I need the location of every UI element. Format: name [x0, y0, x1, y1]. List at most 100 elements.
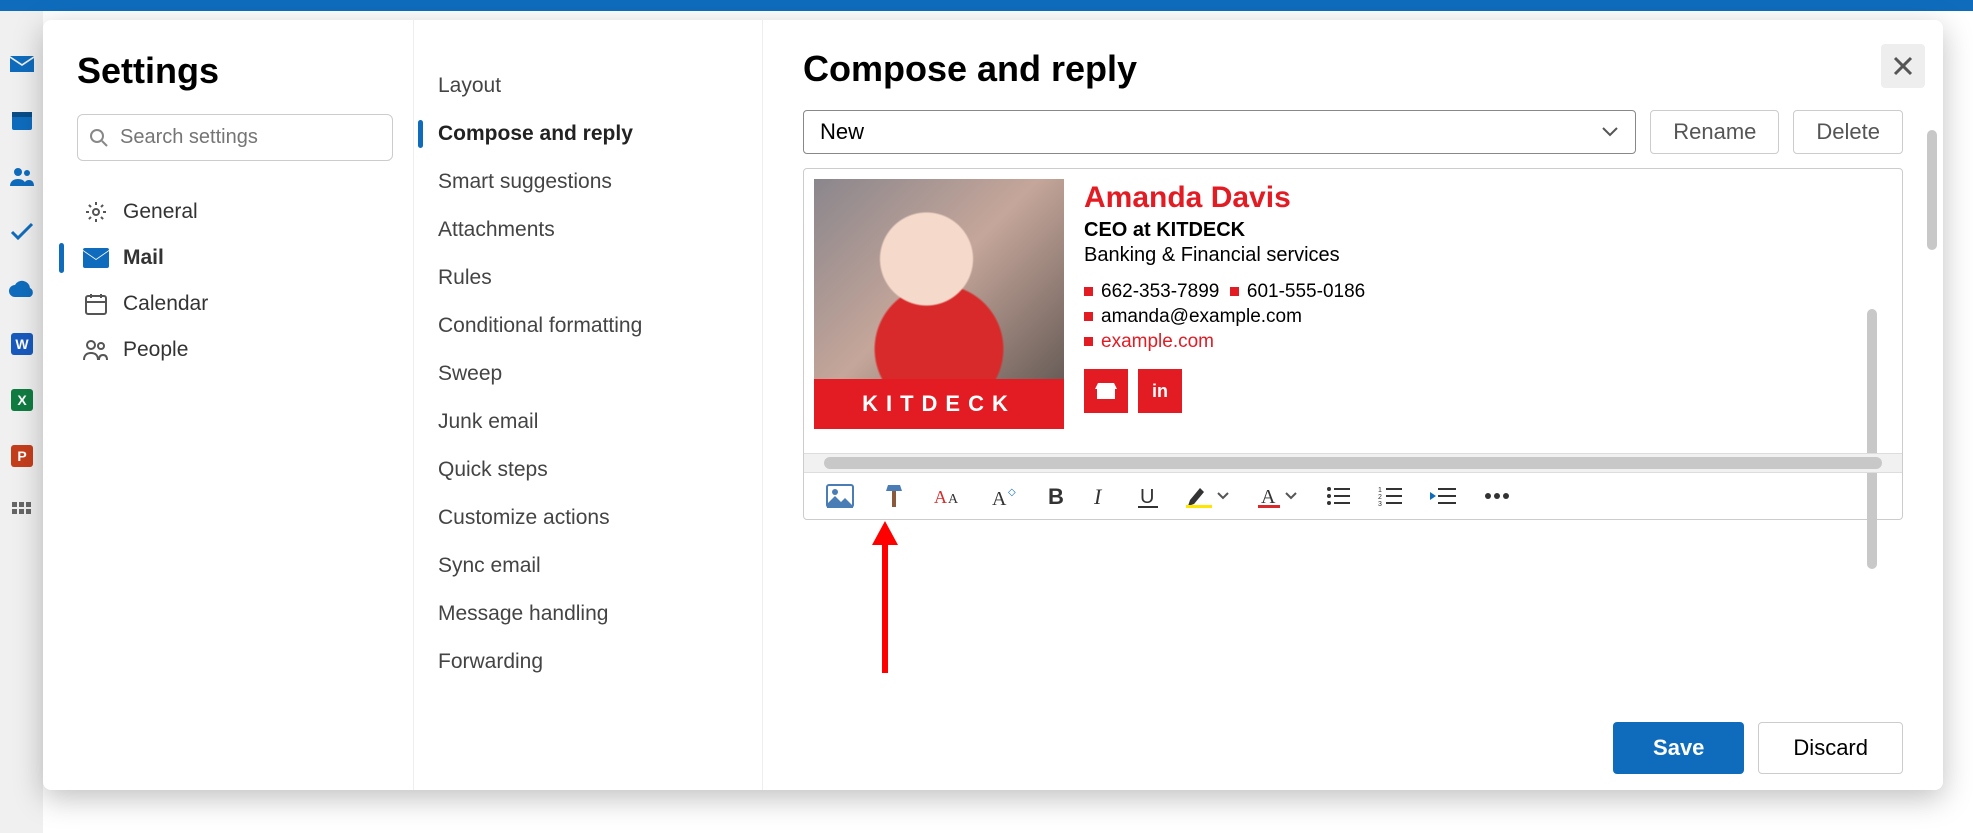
signature-info: Amanda Davis CEO at KITDECK Banking & Fi… — [1084, 179, 1892, 429]
signature-website-line: example.com — [1084, 331, 1892, 353]
font-size-button[interactable]: A◇ — [992, 485, 1018, 507]
more-options-button[interactable] — [1484, 492, 1510, 500]
discard-button[interactable]: Discard — [1758, 722, 1903, 774]
settings-sidebar: Settings General Mail Calendar People — [43, 20, 413, 790]
settings-submenu: Layout Compose and reply Smart suggestio… — [413, 20, 763, 790]
editor-scrollbar[interactable] — [1867, 309, 1877, 569]
svg-text:I: I — [1094, 485, 1103, 507]
svg-text:P: P — [17, 448, 26, 464]
signature-photo-block: KITDECK — [814, 179, 1064, 429]
close-icon — [1892, 55, 1914, 77]
signature-phone-line: 662-353-7899 601-555-0186 — [1084, 281, 1892, 303]
sub-layout[interactable]: Layout — [418, 62, 758, 110]
signature-job-title: CEO at KITDECK — [1084, 219, 1892, 242]
app-top-bar — [0, 0, 1973, 11]
editor-toolbar: AA A◇ B I U A 123 — [804, 472, 1902, 519]
category-people[interactable]: People — [77, 327, 393, 373]
save-button[interactable]: Save — [1613, 722, 1744, 774]
word-app-icon[interactable]: W — [9, 331, 35, 357]
bold-button[interactable]: B — [1046, 485, 1066, 507]
format-painter-button[interactable] — [882, 483, 906, 509]
app-rail: W X P — [0, 11, 43, 833]
settings-search[interactable] — [77, 114, 393, 161]
category-mail[interactable]: Mail — [77, 235, 393, 281]
signature-email-line: amanda@example.com — [1084, 306, 1892, 328]
highlight-button[interactable] — [1186, 484, 1230, 508]
svg-text:A: A — [992, 488, 1007, 507]
signature-editor[interactable]: KITDECK Amanda Davis CEO at KITDECK Bank… — [803, 168, 1903, 520]
more-apps-icon[interactable] — [9, 499, 35, 525]
svg-text:2: 2 — [1378, 494, 1382, 501]
editor-horizontal-scrollbar[interactable] — [804, 453, 1902, 472]
people-icon — [83, 337, 109, 363]
signature-select-value: New — [820, 119, 864, 145]
svg-text:X: X — [17, 392, 27, 408]
social-gmb-icon[interactable] — [1084, 369, 1128, 413]
svg-text:A: A — [1261, 486, 1276, 508]
signature-select[interactable]: New — [803, 110, 1636, 154]
settings-modal: Settings General Mail Calendar People La… — [43, 20, 1943, 790]
signature-industry: Banking & Financial services — [1084, 244, 1892, 267]
sub-message-handling[interactable]: Message handling — [418, 590, 758, 638]
category-label: People — [123, 338, 188, 362]
font-family-button[interactable]: AA — [934, 485, 964, 507]
settings-title: Settings — [77, 50, 393, 92]
svg-text:W: W — [15, 336, 29, 352]
sub-attachments[interactable]: Attachments — [418, 206, 758, 254]
insert-image-button[interactable] — [826, 484, 854, 508]
rename-button[interactable]: Rename — [1650, 110, 1779, 154]
svg-text:A: A — [948, 492, 959, 507]
sub-rules[interactable]: Rules — [418, 254, 758, 302]
annotation-arrow — [882, 543, 888, 673]
onedrive-app-icon[interactable] — [9, 275, 35, 301]
underline-button[interactable]: U — [1138, 484, 1158, 508]
category-calendar[interactable]: Calendar — [77, 281, 393, 327]
sub-smart-suggestions[interactable]: Smart suggestions — [418, 158, 758, 206]
sub-compose-reply[interactable]: Compose and reply — [418, 110, 758, 158]
people-app-icon[interactable] — [9, 163, 35, 189]
italic-button[interactable]: I — [1094, 485, 1110, 507]
settings-content: Compose and reply New Rename Delete KITD… — [763, 20, 1943, 790]
sub-conditional-formatting[interactable]: Conditional formatting — [418, 302, 758, 350]
signature-name: Amanda Davis — [1084, 181, 1892, 215]
svg-text:B: B — [1048, 485, 1064, 507]
social-linkedin-icon[interactable]: in — [1138, 369, 1182, 413]
excel-app-icon[interactable]: X — [9, 387, 35, 413]
close-button[interactable] — [1881, 44, 1925, 88]
category-label: Calendar — [123, 292, 208, 316]
svg-text:1: 1 — [1378, 487, 1382, 494]
search-input[interactable] — [118, 125, 380, 150]
sub-sweep[interactable]: Sweep — [418, 350, 758, 398]
content-title: Compose and reply — [803, 48, 1903, 90]
chevron-down-icon — [1601, 126, 1619, 138]
gear-icon — [83, 199, 109, 225]
calendar-app-icon[interactable] — [9, 107, 35, 133]
tasks-app-icon[interactable] — [9, 219, 35, 245]
calendar-icon — [83, 291, 109, 317]
mail-icon — [83, 245, 109, 271]
svg-text:3: 3 — [1378, 501, 1382, 506]
sub-customize-actions[interactable]: Customize actions — [418, 494, 758, 542]
category-label: Mail — [123, 246, 164, 270]
delete-button[interactable]: Delete — [1793, 110, 1903, 154]
svg-text:A: A — [934, 487, 947, 507]
category-general[interactable]: General — [77, 189, 393, 235]
powerpoint-app-icon[interactable]: P — [9, 443, 35, 469]
category-label: General — [123, 200, 198, 224]
signature-brand: KITDECK — [814, 379, 1064, 429]
sub-forwarding[interactable]: Forwarding — [418, 638, 758, 686]
mail-app-icon[interactable] — [9, 51, 35, 77]
search-icon — [90, 129, 108, 147]
sub-junk-email[interactable]: Junk email — [418, 398, 758, 446]
signature-content[interactable]: KITDECK Amanda Davis CEO at KITDECK Bank… — [804, 169, 1902, 453]
svg-text:◇: ◇ — [1008, 487, 1016, 498]
content-scrollbar[interactable] — [1927, 130, 1937, 250]
outdent-button[interactable] — [1430, 486, 1456, 506]
bullet-list-button[interactable] — [1326, 486, 1350, 506]
svg-text:U: U — [1140, 486, 1154, 508]
number-list-button[interactable]: 123 — [1378, 486, 1402, 506]
sub-sync-email[interactable]: Sync email — [418, 542, 758, 590]
signature-photo — [814, 179, 1064, 379]
sub-quick-steps[interactable]: Quick steps — [418, 446, 758, 494]
font-color-button[interactable]: A — [1258, 484, 1298, 508]
